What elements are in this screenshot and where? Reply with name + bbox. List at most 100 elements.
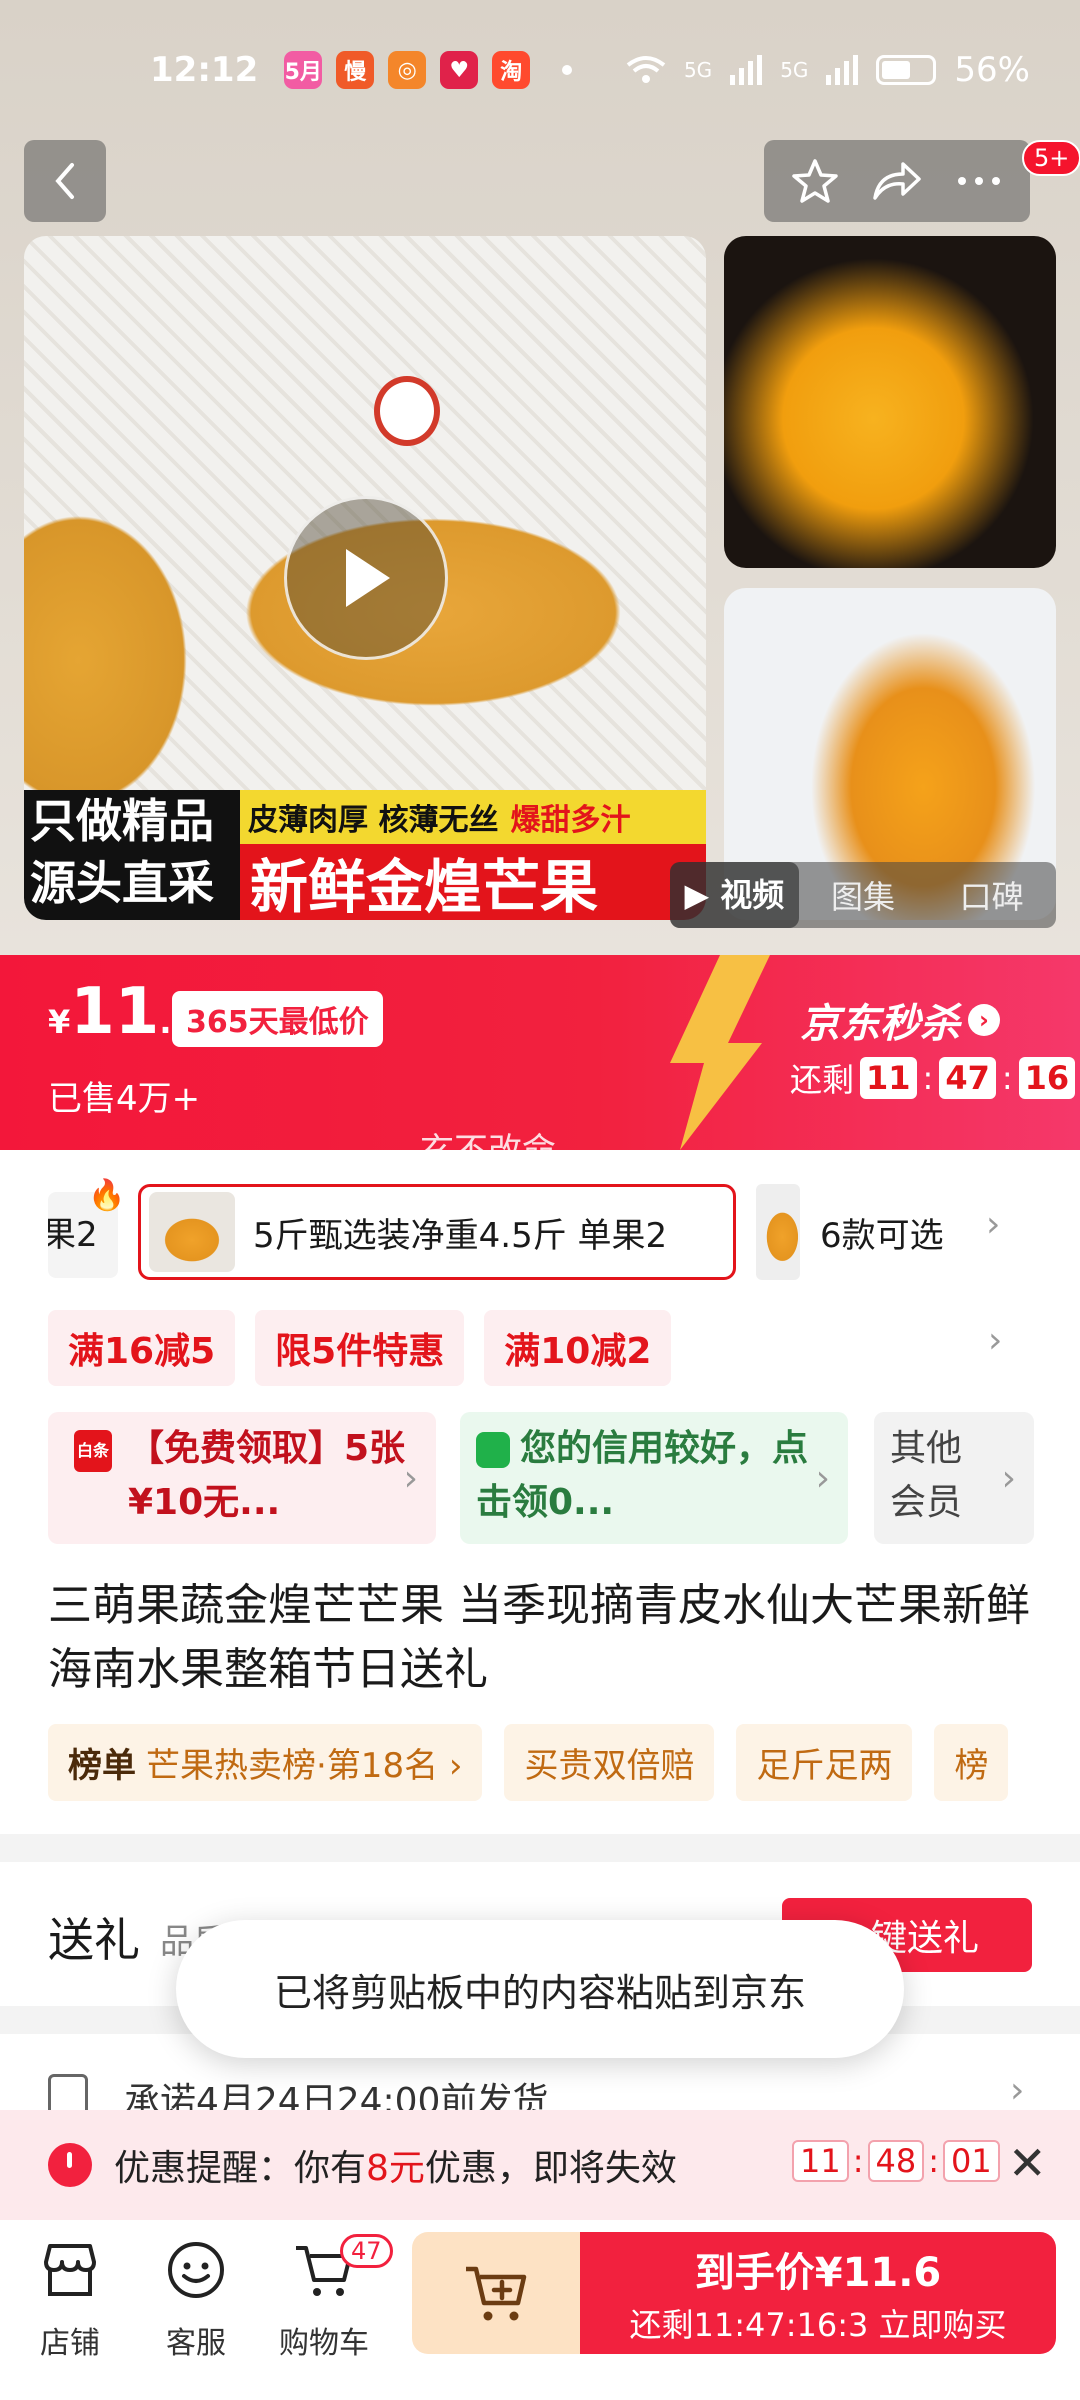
rank-value: 芒果热卖榜·第18名 › (146, 1746, 463, 1786)
coupon-member-text: 其他会员 (890, 1428, 963, 1523)
buy-countdown: 还剩11:47:16:3 立即购买 (629, 2306, 1007, 2344)
coupon-row: 白条 【免费领取】5张¥10无... › 您的信用较好，点击领0... › 其他… (48, 1412, 1080, 1544)
banner-top-text: 皮薄肉厚 核薄无丝 (248, 803, 499, 838)
gift-title: 送礼 (48, 1913, 140, 1967)
nav-cart[interactable]: 47 购物车 (264, 2234, 393, 2362)
reminder-amount: 8元 (366, 2148, 425, 2189)
status-bar: 12:12 5月 慢 ◎ ♥ 淘 5G 5G 56% (0, 0, 1080, 140)
nav-store-label: 店铺 (40, 2326, 100, 2361)
more-icon[interactable] (954, 171, 1004, 191)
coupon-free[interactable]: 白条 【免费领取】5张¥10无... › (48, 1412, 436, 1544)
nav-service[interactable]: 客服 (136, 2240, 256, 2362)
weight-tag[interactable]: 足斤足两 (736, 1724, 913, 1801)
brand-sticker (374, 376, 440, 446)
chevron-right-icon[interactable]: › (988, 1320, 1002, 1361)
countdown-minutes: 47 (939, 1057, 996, 1099)
app-icon-4: ♥ (440, 51, 479, 89)
battery-icon (876, 55, 937, 85)
gallery-thumb-1[interactable] (724, 236, 1056, 568)
reminder-seconds: 01 (943, 2140, 1000, 2182)
signal-2-icon: 5G (780, 58, 809, 82)
buy-price: 到手价¥11.6 (694, 2250, 942, 2296)
sku-count[interactable]: 6款可选 (820, 1208, 944, 1257)
chevron-left-icon (55, 163, 74, 199)
alarm-icon (48, 2143, 92, 2187)
star-icon[interactable] (790, 156, 840, 206)
banner-left-line2: 源头直采 (30, 856, 214, 910)
share-icon[interactable] (871, 158, 923, 204)
lowest-price-tag: 365天最低价 (172, 991, 383, 1047)
reminder-minutes: 48 (867, 2140, 925, 2182)
chevron-right-icon[interactable]: › (986, 1204, 1000, 1245)
banner-bottom: 新鲜金煌芒果 (240, 844, 706, 920)
play-icon (346, 549, 390, 607)
reminder-suffix: 优惠，即将失效 (424, 2148, 677, 2189)
baitiao-icon: 白条 (74, 1430, 112, 1472)
reminder-countdown: 11: 48: 01 (792, 2140, 1000, 2182)
coupon-member[interactable]: 其他会员 › (874, 1412, 1034, 1544)
coupon-credit-text: 您的信用较好，点击领0... (476, 1428, 809, 1523)
nav-service-label: 客服 (166, 2326, 226, 2361)
banner-left: 只做精品 源头直采 (24, 790, 240, 920)
tab-gallery[interactable]: 图集 (799, 872, 928, 918)
promo-tag-3[interactable]: 满10减2 (484, 1310, 672, 1386)
chevron-right-icon: › (1010, 2070, 1025, 2111)
sku-selected-label: 5斤甄选装净重4.5斤 单果2 (253, 1215, 668, 1256)
sold-count: 已售4万+ (48, 1079, 201, 1119)
price-bar: ¥11.6 365天最低价 已售4万+ 京东秒杀 › 还剩 11: 47: 16 (0, 955, 1080, 1150)
tab-reviews[interactable]: 口碑 (927, 872, 1056, 918)
fire-icon: 🔥 (88, 1178, 126, 1213)
message-badge: 5+ (1022, 140, 1080, 176)
sku-thumbnail (149, 1192, 235, 1272)
promo-tag-1[interactable]: 满16减5 (48, 1310, 236, 1386)
header-actions (764, 140, 1030, 222)
promo-tag-2[interactable]: 限5件特惠 (255, 1310, 465, 1386)
countdown-hours: 11 (860, 1057, 917, 1099)
flash-countdown: 还剩 11: 47: 16 (790, 1055, 1076, 1101)
coupon-credit[interactable]: 您的信用较好，点击领0... › (460, 1412, 848, 1544)
discount-reminder[interactable]: 优惠提醒：你有 8元 优惠，即将失效 11: 48: 01 ✕ (0, 2110, 1080, 2220)
signal-1-icon: 5G (683, 58, 713, 82)
promo-row: 满16减5 限5件特惠 满10减2 (48, 1310, 672, 1386)
store-icon (44, 2244, 96, 2296)
countdown-seconds: 16 (1018, 1057, 1076, 1099)
reminder-prefix: 优惠提醒：你有 (114, 2148, 367, 2189)
more-tag[interactable]: 榜 (934, 1724, 1009, 1801)
bag-icon (476, 1432, 510, 1468)
flash-sale-title: 京东秒杀 (800, 1001, 960, 1047)
rank-label: 榜单 (68, 1746, 136, 1786)
tag-row: 榜单 芒果热卖榜·第18名 › 买贵双倍赔 足斤足两 榜 (48, 1724, 1009, 1801)
coupon-free-text: 【免费领取】5张¥10无... (128, 1428, 406, 1523)
product-gallery: 12:12 5月 慢 ◎ ♥ 淘 5G 5G 56% 5+ 只做精品 源头直采 … (0, 0, 1080, 955)
lightning-icon (670, 955, 770, 1150)
chevron-right-icon: › (968, 1004, 1000, 1036)
reminder-hours: 11 (792, 2140, 849, 2182)
tab-video[interactable]: ▶ 视频 (670, 862, 799, 928)
add-to-cart-button[interactable] (412, 2232, 582, 2354)
sku-selector: 果2 🔥 5斤甄选装净重4.5斤 单果2 6款可选 › (0, 1178, 1080, 1280)
nav-store[interactable]: 店铺 (10, 2240, 130, 2362)
buy-now-button[interactable]: 到手价¥11.6 还剩11:47:16:3 立即购买 (580, 2232, 1056, 2354)
battery-percent: 56% (954, 50, 1030, 90)
play-button[interactable] (284, 496, 448, 660)
notification-dot-icon (562, 65, 573, 75)
guarantee-tag[interactable]: 买贵双倍赔 (504, 1724, 715, 1801)
sku-next-option[interactable] (756, 1184, 800, 1280)
bottom-bar: 店铺 客服 47 购物车 到手价¥11.6 还剩11:47:16:3 立即购买 (0, 2220, 1080, 2400)
sku-selected-option[interactable]: 5斤甄选装净重4.5斤 单果2 (138, 1184, 736, 1280)
chevron-right-icon: › (815, 1458, 830, 1499)
close-icon[interactable]: ✕ (1008, 2140, 1047, 2186)
product-info-card: 果2 🔥 5斤甄选装净重4.5斤 单果2 6款可选 › 满16减5 限5件特惠 … (0, 1150, 1080, 1834)
wifi-icon (626, 56, 666, 83)
flash-sale-link[interactable]: 京东秒杀 › (800, 991, 1000, 1049)
media-tabs: ▶ 视频 图集 口碑 (670, 862, 1056, 928)
promo-banner: 只做精品 源头直采 皮薄肉厚 核薄无丝 爆甜多汁 新鲜金煌芒果 (24, 790, 706, 920)
rank-tag[interactable]: 榜单 芒果热卖榜·第18名 › (48, 1724, 483, 1801)
price-currency: ¥ (48, 1003, 71, 1041)
app-icon-5: 淘 (492, 51, 531, 89)
main-product-video[interactable]: 只做精品 源头直采 皮薄肉厚 核薄无丝 爆甜多汁 新鲜金煌芒果 (24, 236, 706, 920)
app-icon-2: 慢 (336, 51, 375, 89)
price-integer: 11 (70, 975, 160, 1049)
nav-cart-label: 购物车 (279, 2326, 369, 2361)
back-button[interactable] (24, 140, 106, 222)
